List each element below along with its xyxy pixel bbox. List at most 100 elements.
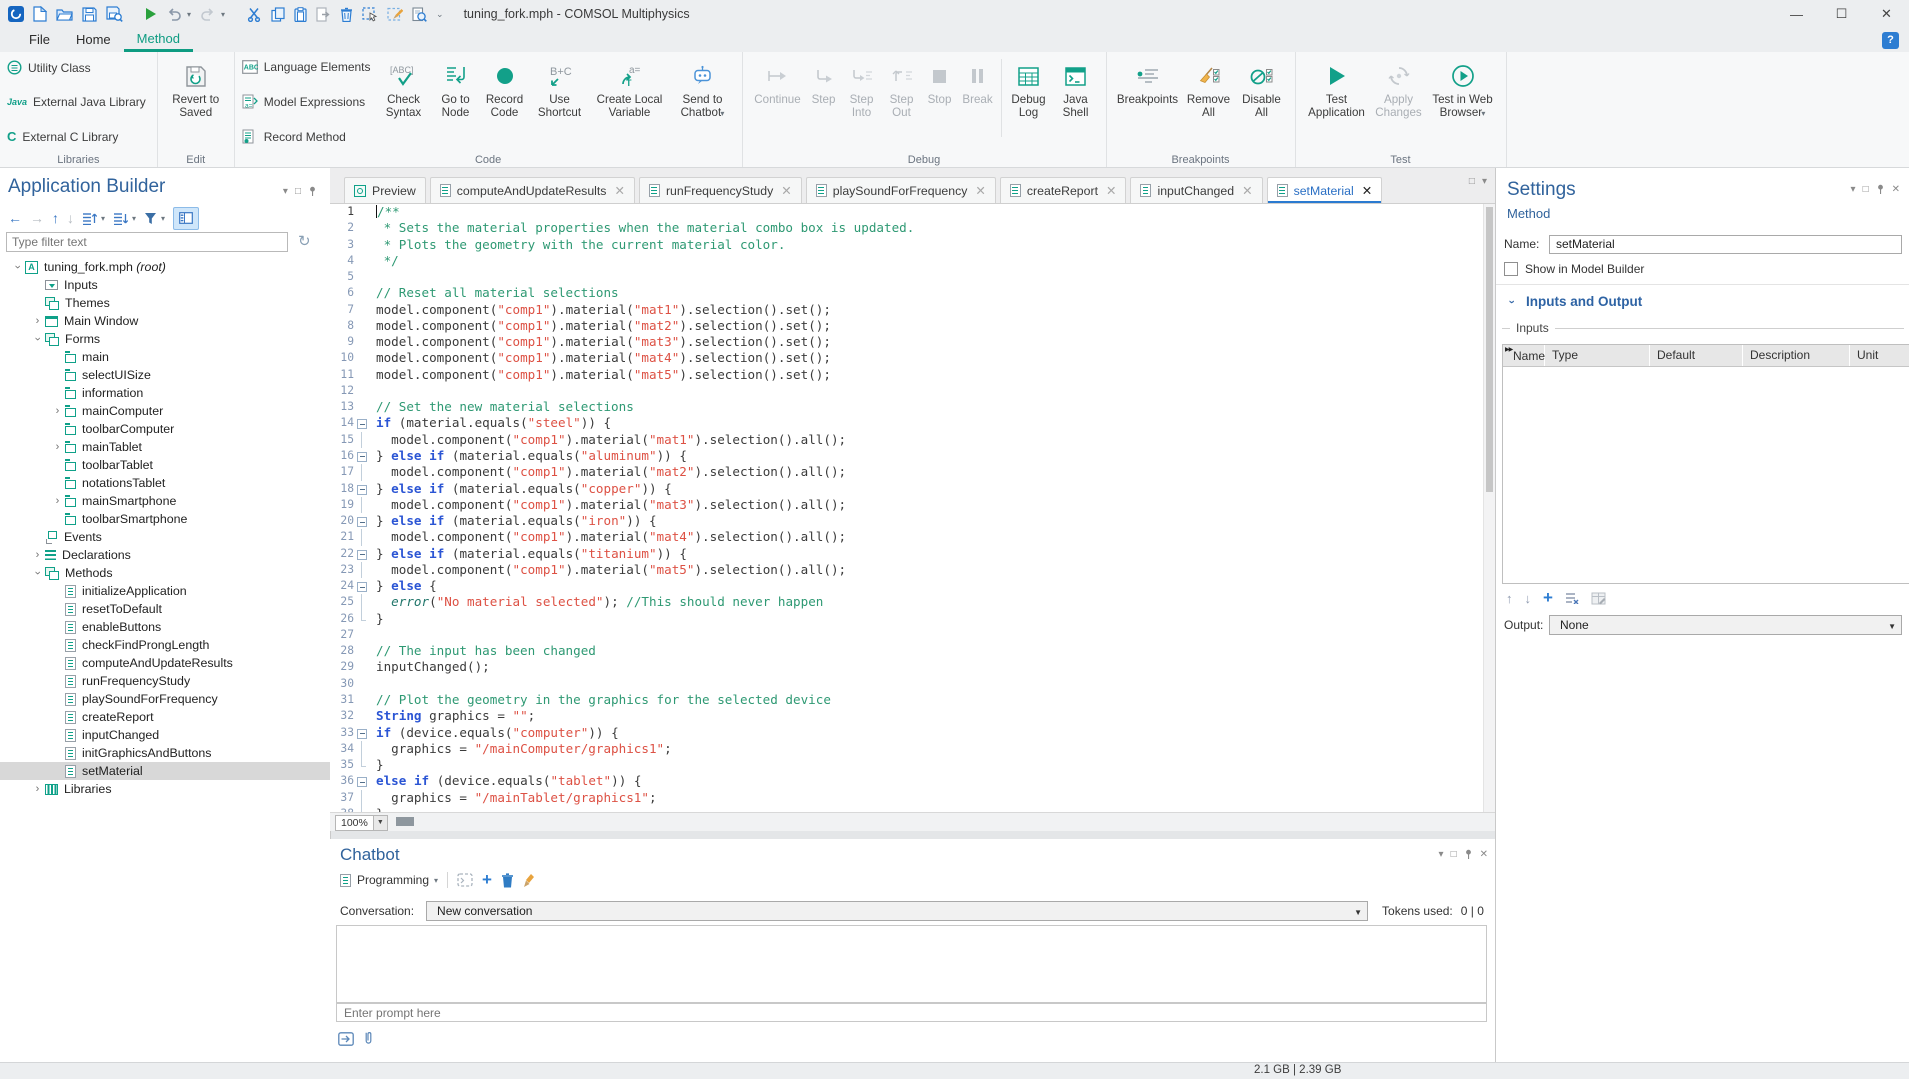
revert-to-saved-button[interactable]: Revert to Saved xyxy=(165,55,227,151)
tab-close-icon[interactable]: ✕ xyxy=(781,183,791,198)
code-line-26[interactable]: 26} xyxy=(330,611,1495,627)
tab-close-icon[interactable]: ✕ xyxy=(614,183,624,198)
editor-tab-inputchanged[interactable]: inputChanged✕ xyxy=(1130,177,1262,203)
move-input-up-icon[interactable]: ↑ xyxy=(1506,591,1513,606)
refresh-icon[interactable]: ↻ xyxy=(298,232,311,250)
editor-zoom-control[interactable]: 100% ▼ xyxy=(335,815,388,831)
fold-marker-icon[interactable] xyxy=(354,578,371,594)
code-line-31[interactable]: 31// Plot the geometry in the graphics f… xyxy=(330,692,1495,708)
tree-item-themes[interactable]: Themes xyxy=(0,294,330,312)
record-code-button[interactable]: Record Code xyxy=(479,55,531,151)
panel-pin-icon[interactable] xyxy=(1876,184,1885,195)
tree-item-createreport[interactable]: createReport xyxy=(0,708,330,726)
tab-home[interactable]: Home xyxy=(63,28,124,52)
fold-marker-icon[interactable] xyxy=(354,448,371,464)
checkbox-icon[interactable] xyxy=(1504,262,1518,276)
tree-filter-input[interactable] xyxy=(6,232,288,252)
brush-select-icon[interactable] xyxy=(387,7,403,22)
editor-tab-runfrequencystudy[interactable]: runFrequencyStudy✕ xyxy=(639,177,802,203)
find-icon[interactable] xyxy=(412,7,427,22)
cut-icon[interactable] xyxy=(247,7,262,22)
tree-expander-icon[interactable]: › xyxy=(30,549,45,561)
tree-item-resettodefault[interactable]: resetToDefault xyxy=(0,600,330,618)
debug-log-button[interactable]: Debug Log xyxy=(1005,55,1053,151)
tree-item-inputchanged[interactable]: inputChanged xyxy=(0,726,330,744)
delete-icon[interactable] xyxy=(340,7,353,22)
help-icon[interactable]: ? xyxy=(1882,32,1899,49)
remove-all-button[interactable]: Remove All xyxy=(1182,55,1236,151)
tree-item-selectuisize[interactable]: selectUISize xyxy=(0,366,330,384)
chatbot-mode-select[interactable]: Programming xyxy=(357,873,429,887)
toggle-editor-tools-button[interactable] xyxy=(173,207,199,230)
delete-conversation-icon[interactable] xyxy=(501,873,514,888)
code-line-27[interactable]: 27 xyxy=(330,627,1495,643)
code-line-4[interactable]: 4 */ xyxy=(330,253,1495,269)
tree-expander-icon[interactable]: › xyxy=(50,405,65,417)
code-line-24[interactable]: 24} else { xyxy=(330,578,1495,594)
use-shortcut-button[interactable]: B+C Use Shortcut xyxy=(531,55,589,151)
code-line-12[interactable]: 12 xyxy=(330,383,1495,399)
panel-close-icon[interactable]: ✕ xyxy=(1892,185,1900,195)
clear-brush-icon[interactable] xyxy=(523,873,535,888)
panel-menu-icon[interactable]: ▾ xyxy=(1439,850,1444,860)
code-line-15[interactable]: 15 model.component("comp1").material("ma… xyxy=(330,432,1495,448)
type-column-header[interactable]: Type xyxy=(1545,345,1650,366)
code-line-13[interactable]: 13// Set the new material selections xyxy=(330,399,1495,415)
minimize-button[interactable]: — xyxy=(1774,0,1819,28)
tree-item-maintablet[interactable]: ›mainTablet xyxy=(0,438,330,456)
tree-item-forms[interactable]: ›Forms xyxy=(0,330,330,348)
test-application-button[interactable]: Test Application xyxy=(1303,55,1371,151)
tree-item-libraries[interactable]: ›Libraries xyxy=(0,780,330,798)
method-name-input[interactable] xyxy=(1549,235,1902,254)
tree-item-setmaterial[interactable]: setMaterial xyxy=(0,762,330,780)
code-line-10[interactable]: 10model.component("comp1").material("mat… xyxy=(330,350,1495,366)
unit-column-header[interactable]: Unit xyxy=(1850,345,1909,366)
code-line-30[interactable]: 30 xyxy=(330,676,1495,692)
copy-icon[interactable] xyxy=(271,7,285,22)
redo-dropdown-icon[interactable]: ▾ xyxy=(221,10,225,19)
undo-icon[interactable] xyxy=(166,8,182,21)
tab-close-icon[interactable]: ✕ xyxy=(1106,183,1116,198)
tree-item-initializeapplication[interactable]: initializeApplication xyxy=(0,582,330,600)
code-line-25[interactable]: 25 error("No material selected"); //This… xyxy=(330,594,1495,610)
mode-dropdown-icon[interactable]: ▾ xyxy=(434,876,438,885)
customize-toolbar-icon[interactable]: ⌄ xyxy=(436,9,444,20)
output-select[interactable]: None ▼ xyxy=(1549,615,1902,635)
code-line-14[interactable]: 14if (material.equals("steel")) { xyxy=(330,415,1495,431)
code-line-2[interactable]: 2 * Sets the material properties when th… xyxy=(330,220,1495,236)
create-local-variable-button[interactable]: a=T Create Local Variable xyxy=(589,55,671,151)
editor-horizontal-scrollbar[interactable] xyxy=(396,817,414,826)
code-editor[interactable]: 1/**2 * Sets the material properties whe… xyxy=(330,204,1495,812)
code-line-8[interactable]: 8model.component("comp1").material("mat2… xyxy=(330,318,1495,334)
language-elements-button[interactable]: ABCLanguage Elements xyxy=(242,60,371,74)
show-in-model-builder-checkbox[interactable]: Show in Model Builder xyxy=(1504,262,1644,276)
tree-expander-icon[interactable]: › xyxy=(50,495,65,507)
send-prompt-icon[interactable] xyxy=(338,1032,354,1046)
tree-item-notationstablet[interactable]: notationsTablet xyxy=(0,474,330,492)
editor-tab-createreport[interactable]: createReport✕ xyxy=(1000,177,1127,203)
tree-item-tuning-fork-mph[interactable]: ›Atuning_fork.mph (root) xyxy=(0,258,330,276)
tab-close-icon[interactable]: ✕ xyxy=(1362,183,1372,198)
code-line-33[interactable]: 33if (device.equals("computer")) { xyxy=(330,725,1495,741)
paste-icon[interactable] xyxy=(294,7,307,22)
tab-close-icon[interactable]: ✕ xyxy=(1242,183,1252,198)
fold-marker-icon[interactable] xyxy=(354,513,371,529)
tree-item-declarations[interactable]: ›Declarations xyxy=(0,546,330,564)
tree-item-initgraphicsandbuttons[interactable]: initGraphicsAndButtons xyxy=(0,744,330,762)
inputs-and-output-section-header[interactable]: › Inputs and Output xyxy=(1504,294,1642,309)
code-line-22[interactable]: 22} else if (material.equals("titanium")… xyxy=(330,546,1495,562)
tree-item-inputs[interactable]: Inputs xyxy=(0,276,330,294)
model-expressions-button[interactable]: a=Model Expressions xyxy=(242,94,371,109)
editor-tab-preview[interactable]: Preview xyxy=(344,177,426,203)
fold-marker-icon[interactable] xyxy=(354,415,371,431)
panel-float-icon[interactable]: □ xyxy=(295,187,301,197)
panel-float-icon[interactable]: □ xyxy=(1863,185,1869,195)
code-line-7[interactable]: 7model.component("comp1").material("mat1… xyxy=(330,302,1495,318)
panel-pin-icon[interactable] xyxy=(1464,849,1473,860)
default-column-header[interactable]: Default xyxy=(1650,345,1743,366)
tree-item-computeandupdateresults[interactable]: computeAndUpdateResults xyxy=(0,654,330,672)
conversation-select[interactable]: New conversation ▼ xyxy=(426,901,1368,921)
panel-float-icon[interactable]: □ xyxy=(1451,850,1457,860)
redo-icon[interactable] xyxy=(200,8,216,21)
expand-all-dropdown-icon[interactable]: ▾ xyxy=(101,214,105,223)
